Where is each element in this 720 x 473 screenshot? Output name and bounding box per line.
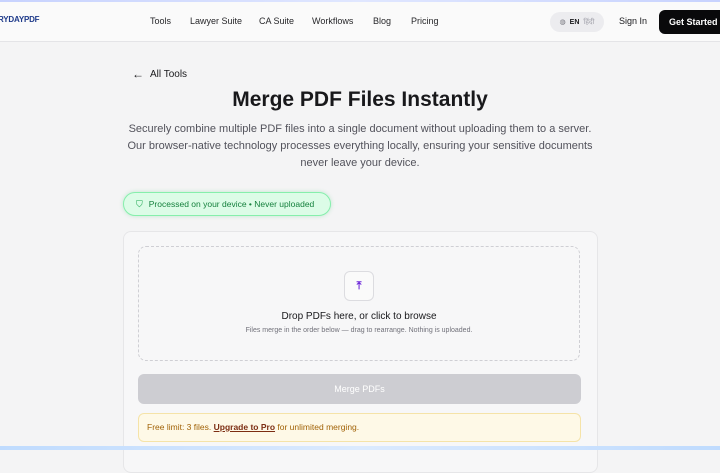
nav-ca-suite[interactable]: CA Suite: [259, 16, 294, 26]
privacy-badge: ⛉ Processed on your device • Never uploa…: [123, 192, 331, 216]
back-arrow-icon: ←: [132, 67, 144, 81]
merge-pdfs-button[interactable]: Merge PDFs: [138, 374, 581, 404]
top-nav-bar: RYDAYPDF Tools Lawyer Suite CA Suite Wor…: [0, 2, 720, 42]
lang-hindi[interactable]: हिंदी: [583, 18, 594, 27]
free-limit-notice: Free limit: 3 files. Upgrade to Pro for …: [138, 413, 581, 442]
globe-icon: ◍: [559, 19, 566, 26]
upload-icon: ⤒: [344, 271, 374, 301]
privacy-badge-text: Processed on your device • Never uploade…: [148, 199, 315, 209]
shield-check-icon: ⛉: [136, 198, 143, 209]
pdf-drop-zone[interactable]: ⤒ Drop PDFs here, or click to browse Fil…: [138, 246, 580, 361]
language-switcher[interactable]: ◍ EN हिंदी: [550, 12, 604, 32]
page-title: Merge PDF Files Instantly: [232, 88, 488, 111]
sign-in-link[interactable]: Sign In: [619, 16, 647, 26]
drop-zone-subtitle: Files merge in the order below — drag to…: [245, 327, 473, 334]
drop-zone-title: Drop PDFs here, or click to browse: [281, 311, 437, 322]
limit-prefix: Free limit: 3 files.: [147, 422, 212, 432]
nav-lawyer-suite[interactable]: Lawyer Suite: [190, 16, 242, 26]
nav-workflows[interactable]: Workflows: [312, 16, 353, 26]
nav-pricing[interactable]: Pricing: [411, 16, 439, 26]
get-started-button[interactable]: Get Started: [659, 10, 720, 34]
back-to-all-tools[interactable]: ← All Tools: [132, 67, 187, 81]
page-description: Securely combine multiple PDF files into…: [127, 123, 593, 169]
nav-tools[interactable]: Tools: [150, 16, 171, 26]
logo[interactable]: RYDAYPDF: [0, 15, 40, 24]
nav-blog[interactable]: Blog: [373, 16, 391, 26]
back-label: All Tools: [150, 68, 188, 80]
lang-en[interactable]: EN: [570, 19, 580, 26]
logo-text: RYDAYPDF: [0, 15, 40, 24]
upgrade-to-pro-link[interactable]: Upgrade to Pro: [214, 422, 275, 432]
bottom-accent-line: [0, 446, 720, 450]
limit-suffix: for unlimited merging.: [277, 422, 360, 432]
